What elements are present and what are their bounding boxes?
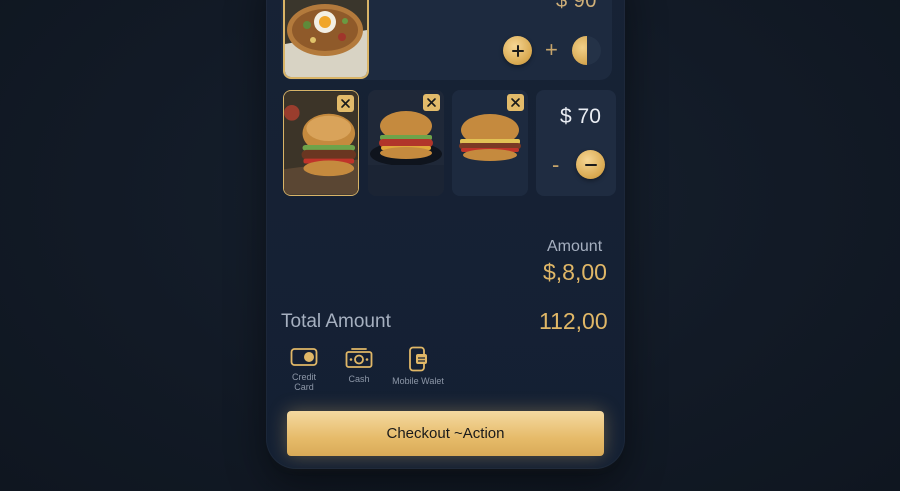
item-price: $ 70 (560, 105, 601, 128)
cart-thumbnail[interactable] (283, 90, 359, 196)
egg-flatbread-food-image (285, 0, 367, 77)
remove-item-button[interactable] (507, 94, 524, 111)
checkout-button[interactable]: Checkout ~Action (287, 411, 604, 456)
half-circle-toggle[interactable] (572, 36, 601, 65)
cart-thumbnail[interactable] (368, 90, 444, 196)
minus-label: - (552, 152, 560, 177)
amount-label: Amount (547, 238, 603, 255)
remove-item-button[interactable] (423, 94, 440, 111)
payment-credit-card[interactable]: Credit Card (282, 346, 326, 392)
plus-label: + (545, 37, 558, 62)
increase-quantity-button[interactable] (503, 36, 532, 65)
top-item-price: $ 90 (556, 0, 597, 12)
minus-icon (584, 163, 597, 166)
payment-label: Credit Card (291, 372, 316, 392)
close-icon (427, 98, 436, 107)
decrease-quantity-button[interactable] (576, 150, 605, 179)
payment-cash[interactable]: Cash (344, 346, 374, 384)
payment-label: Cash (348, 374, 370, 384)
credit-card-icon (290, 348, 318, 366)
remove-item-button[interactable] (337, 95, 354, 112)
mobile-wallet-icon (409, 346, 427, 372)
amount-value: $,8,00 (543, 259, 607, 285)
screen: $ 90 + $ 70 - Amount $,8,00 Total Amount… (0, 0, 900, 491)
total-amount-label: Total Amount (281, 311, 391, 332)
plus-icon (511, 44, 524, 57)
close-icon (511, 98, 520, 107)
payment-mobile-wallet[interactable]: Mobile Walet (392, 346, 444, 386)
half-circle-icon (572, 36, 587, 65)
item-price-card: $ 70 - (536, 90, 616, 196)
total-amount-value: 112,00 (539, 308, 608, 334)
cash-icon (345, 348, 373, 368)
top-item-image[interactable] (283, 0, 369, 79)
cart-thumbnail[interactable] (452, 90, 528, 196)
payment-label: Mobile Walet (392, 376, 444, 386)
close-icon (341, 99, 350, 108)
